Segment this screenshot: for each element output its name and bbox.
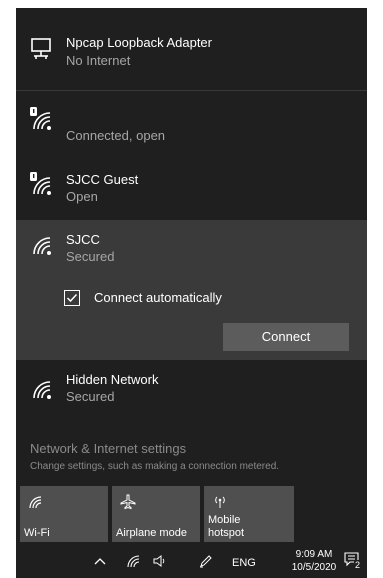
wifi-open-icon [30, 172, 51, 195]
network-name: SJCC [66, 232, 100, 247]
network-settings-link[interactable]: Network & Internet settings [30, 441, 186, 456]
connect-automatically-label: Connect automatically [94, 290, 222, 305]
network-settings-description: Change settings, such as making a connec… [30, 461, 280, 472]
pen-icon[interactable] [198, 553, 214, 569]
wifi-open-icon [30, 107, 51, 130]
airplane-mode-tile[interactable]: Airplane mode [112, 486, 200, 542]
network-name: Npcap Loopback Adapter [66, 35, 212, 50]
network-item-sjcc-guest[interactable]: SJCC Guest Open [16, 156, 367, 220]
network-item-hidden[interactable]: Hidden Network Secured [16, 360, 367, 420]
network-item-sjcc[interactable]: SJCC Secured Connect automatically Conne… [16, 220, 367, 360]
tile-label: Mobile hotspot [208, 514, 245, 539]
clock-date: 10/5/2020 [291, 562, 337, 573]
action-center-button[interactable]: 2 [344, 552, 364, 572]
network-status: Connected, open [66, 128, 166, 143]
network-flyout: Npcap Loopback Adapter No Internet Conne… [16, 8, 367, 544]
network-name: SJCC Guest [66, 172, 139, 187]
screenshot-frame: Npcap Loopback Adapter No Internet Conne… [0, 0, 383, 578]
checkmark-icon [66, 293, 78, 303]
network-item-connected[interactable]: Connected, open [16, 91, 367, 156]
connect-button[interactable]: Connect [223, 323, 349, 351]
chevron-up-icon[interactable] [94, 556, 106, 566]
wifi-icon [33, 237, 51, 255]
tile-label: Airplane mode [116, 527, 187, 539]
volume-icon[interactable] [152, 553, 168, 569]
clock-time: 9:09 AM [295, 549, 333, 560]
network-name: Hidden Network [66, 372, 159, 387]
network-item-npcap[interactable]: Npcap Loopback Adapter No Internet [16, 8, 367, 90]
wifi-icon [33, 381, 51, 399]
clock[interactable]: 9:09 AM 10/5/2020 [288, 548, 340, 574]
tile-label: Wi-Fi [24, 527, 50, 539]
wifi-toggle-tile[interactable]: Wi-Fi [20, 486, 108, 542]
ethernet-icon [31, 38, 51, 59]
wifi-icon[interactable] [126, 553, 142, 569]
wifi-icon [29, 496, 42, 509]
network-status: Secured [66, 249, 115, 264]
connect-automatically-checkbox[interactable] [64, 290, 80, 306]
airplane-icon [120, 494, 136, 510]
network-status: Secured [66, 389, 115, 404]
language-indicator[interactable]: ENG [232, 557, 256, 569]
mobile-hotspot-tile[interactable]: Mobile hotspot [204, 486, 294, 542]
hotspot-icon [215, 496, 225, 508]
network-status: Open [66, 189, 98, 204]
taskbar: ENG 9:09 AM 10/5/2020 2 [16, 544, 367, 578]
notification-count-badge: 2 [354, 560, 362, 570]
network-status: No Internet [66, 53, 131, 68]
